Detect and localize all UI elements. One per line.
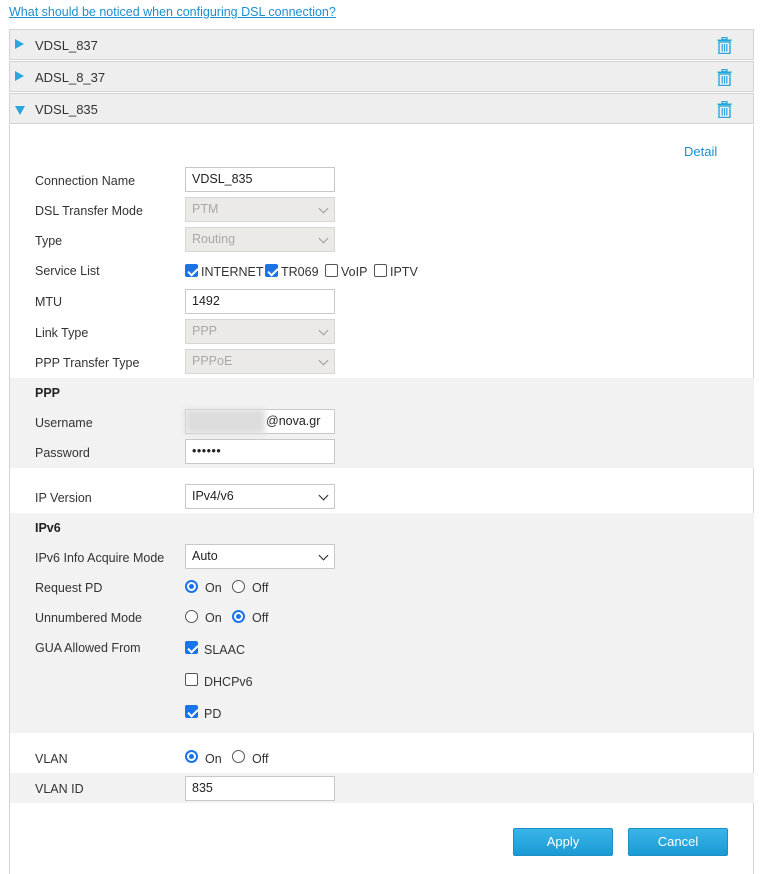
dhcpv6-checkbox[interactable] bbox=[185, 673, 198, 686]
request-pd-on-label: On bbox=[205, 581, 222, 595]
type-value: Routing bbox=[192, 232, 236, 246]
redacted-username-blur bbox=[185, 409, 265, 434]
triangle-down-icon bbox=[15, 106, 25, 115]
connection-name-label: Connection Name bbox=[35, 174, 136, 188]
mtu-label: MTU bbox=[35, 295, 63, 309]
apply-button[interactable]: Apply bbox=[513, 828, 613, 856]
vlan-id-band bbox=[10, 773, 754, 803]
connection-row-vdsl-837[interactable]: VDSL_837 bbox=[9, 29, 754, 60]
detail-link[interactable]: Detail bbox=[684, 144, 717, 159]
ppp-transfer-type-value: PPPoE bbox=[192, 354, 233, 368]
trash-icon[interactable] bbox=[717, 101, 732, 118]
pd-option-label: PD bbox=[204, 707, 222, 721]
ipv6-acquire-mode-value: Auto bbox=[192, 549, 218, 563]
password-input[interactable]: •••••• bbox=[185, 439, 335, 464]
connection-detail-panel bbox=[9, 125, 754, 874]
unnumbered-mode-on-radio[interactable] bbox=[185, 610, 198, 623]
tr069-option-label: TR069 bbox=[281, 265, 319, 279]
vlan-id-input[interactable]: 835 bbox=[185, 776, 335, 801]
request-pd-on-radio[interactable] bbox=[185, 580, 198, 593]
mtu-value: 1492 bbox=[192, 294, 220, 308]
trash-icon[interactable] bbox=[717, 37, 732, 54]
connection-name: ADSL_8_37 bbox=[35, 70, 106, 85]
chevron-down-icon bbox=[318, 490, 329, 501]
iptv-option-label: IPTV bbox=[390, 265, 418, 279]
vlan-label: VLAN bbox=[35, 752, 68, 766]
slaac-option-label: SLAAC bbox=[204, 643, 245, 657]
password-value: •••••• bbox=[192, 444, 222, 458]
iptv-checkbox[interactable] bbox=[374, 264, 387, 277]
link-type-value: PPP bbox=[192, 324, 218, 338]
internet-option-label: INTERNET bbox=[201, 265, 264, 279]
username-label: Username bbox=[35, 416, 93, 430]
username-value: @nova.gr bbox=[266, 414, 321, 428]
connection-name: VDSL_835 bbox=[35, 102, 98, 117]
chevron-down-icon bbox=[318, 233, 329, 244]
dsl-help-link[interactable]: What should be noticed when configuring … bbox=[9, 5, 336, 19]
connection-name: VDSL_837 bbox=[35, 38, 98, 53]
dsl-transfer-mode-select: PTM bbox=[185, 197, 335, 222]
ip-version-label: IP Version bbox=[35, 491, 92, 505]
type-select: Routing bbox=[185, 227, 335, 252]
slaac-checkbox[interactable] bbox=[185, 641, 198, 654]
unnumbered-mode-label: Unnumbered Mode bbox=[35, 611, 143, 625]
ppp-transfer-type-select: PPPoE bbox=[185, 349, 335, 374]
connection-name-value: VDSL_835 bbox=[192, 172, 253, 186]
vlan-id-label: VLAN ID bbox=[35, 782, 84, 796]
ipv6-acquire-mode-label: IPv6 Info Acquire Mode bbox=[35, 551, 165, 565]
vlan-on-label: On bbox=[205, 752, 222, 766]
vlan-off-label: Off bbox=[252, 752, 269, 766]
connection-name-input[interactable]: VDSL_835 bbox=[185, 167, 335, 192]
ip-version-select[interactable]: IPv4/v6 bbox=[185, 484, 335, 509]
triangle-right-icon bbox=[15, 39, 24, 49]
trash-icon[interactable] bbox=[717, 69, 732, 86]
dsl-transfer-mode-value: PTM bbox=[192, 202, 219, 216]
chevron-down-icon bbox=[318, 325, 329, 336]
cancel-button[interactable]: Cancel bbox=[628, 828, 728, 856]
connection-row-adsl-8-37[interactable]: ADSL_8_37 bbox=[9, 61, 754, 92]
password-label: Password bbox=[35, 446, 90, 460]
ppp-transfer-type-label: PPP Transfer Type bbox=[35, 356, 140, 370]
dhcpv6-option-label: DHCPv6 bbox=[204, 675, 253, 689]
request-pd-off-label: Off bbox=[252, 581, 269, 595]
ppp-section-band bbox=[10, 378, 754, 468]
pd-checkbox[interactable] bbox=[185, 705, 198, 718]
vlan-on-radio[interactable] bbox=[185, 750, 198, 763]
ip-version-value: IPv4/v6 bbox=[192, 489, 234, 503]
type-label: Type bbox=[35, 234, 63, 248]
voip-option-label: VoIP bbox=[341, 265, 368, 279]
unnumbered-mode-off-label: Off bbox=[252, 611, 269, 625]
link-type-select: PPP bbox=[185, 319, 335, 344]
chevron-down-icon bbox=[318, 355, 329, 366]
request-pd-label: Request PD bbox=[35, 581, 103, 595]
request-pd-off-radio[interactable] bbox=[232, 580, 245, 593]
tr069-checkbox[interactable] bbox=[265, 264, 278, 277]
ppp-section-title: PPP bbox=[35, 386, 61, 400]
voip-checkbox[interactable] bbox=[325, 264, 338, 277]
triangle-right-icon bbox=[15, 71, 24, 81]
dsl-transfer-mode-label: DSL Transfer Mode bbox=[35, 204, 143, 218]
chevron-down-icon bbox=[318, 203, 329, 214]
mtu-input[interactable]: 1492 bbox=[185, 289, 335, 314]
link-type-label: Link Type bbox=[35, 326, 89, 340]
ipv6-acquire-mode-select[interactable]: Auto bbox=[185, 544, 335, 569]
ipv6-section-title: IPv6 bbox=[35, 521, 61, 535]
unnumbered-mode-off-radio[interactable] bbox=[232, 610, 245, 623]
service-list-label: Service List bbox=[35, 264, 100, 278]
gua-allowed-from-label: GUA Allowed From bbox=[35, 641, 141, 655]
internet-checkbox[interactable] bbox=[185, 264, 198, 277]
vlan-id-value: 835 bbox=[192, 781, 213, 795]
connection-row-vdsl-835[interactable]: VDSL_835 bbox=[9, 93, 754, 124]
vlan-off-radio[interactable] bbox=[232, 750, 245, 763]
unnumbered-mode-on-label: On bbox=[205, 611, 222, 625]
chevron-down-icon bbox=[318, 550, 329, 561]
